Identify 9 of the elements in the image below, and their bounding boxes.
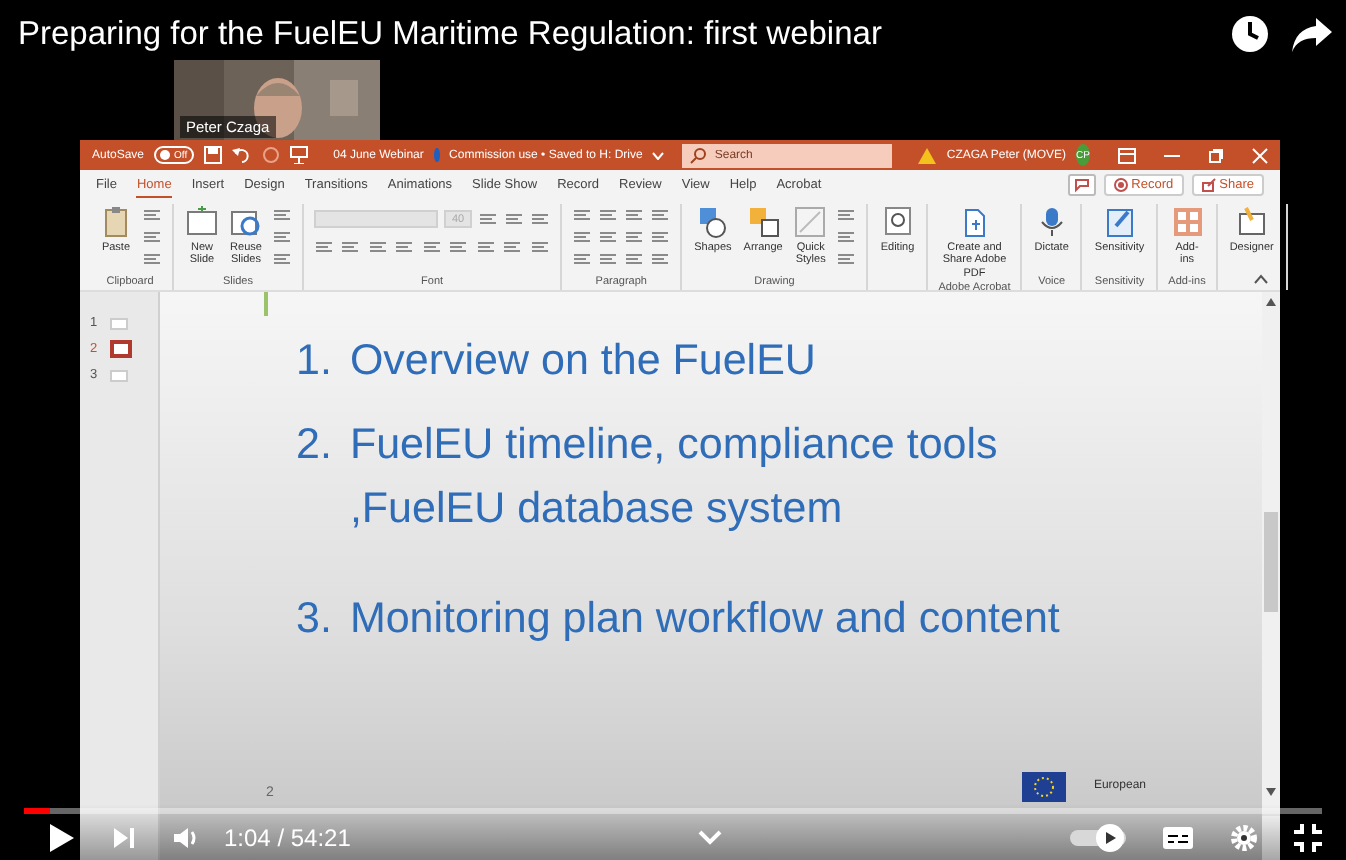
list-number: 2. [296, 419, 332, 472]
list-item-text: Monitoring plan workflow and content [349, 594, 1060, 647]
playback-time: 1:04 / 54:21 [224, 823, 351, 851]
list-item-text: ,FuelEU database system [349, 483, 845, 535]
list-item-text: FuelEU timeline, compliance tools [349, 419, 998, 472]
list-number: 1. [296, 336, 332, 388]
list-number: 3. [296, 594, 332, 647]
list-item-text: Overview on the FuelEU [349, 336, 816, 388]
video-title: Preparing for the FuelEU Maritime Regulation: first webinar [18, 15, 884, 53]
